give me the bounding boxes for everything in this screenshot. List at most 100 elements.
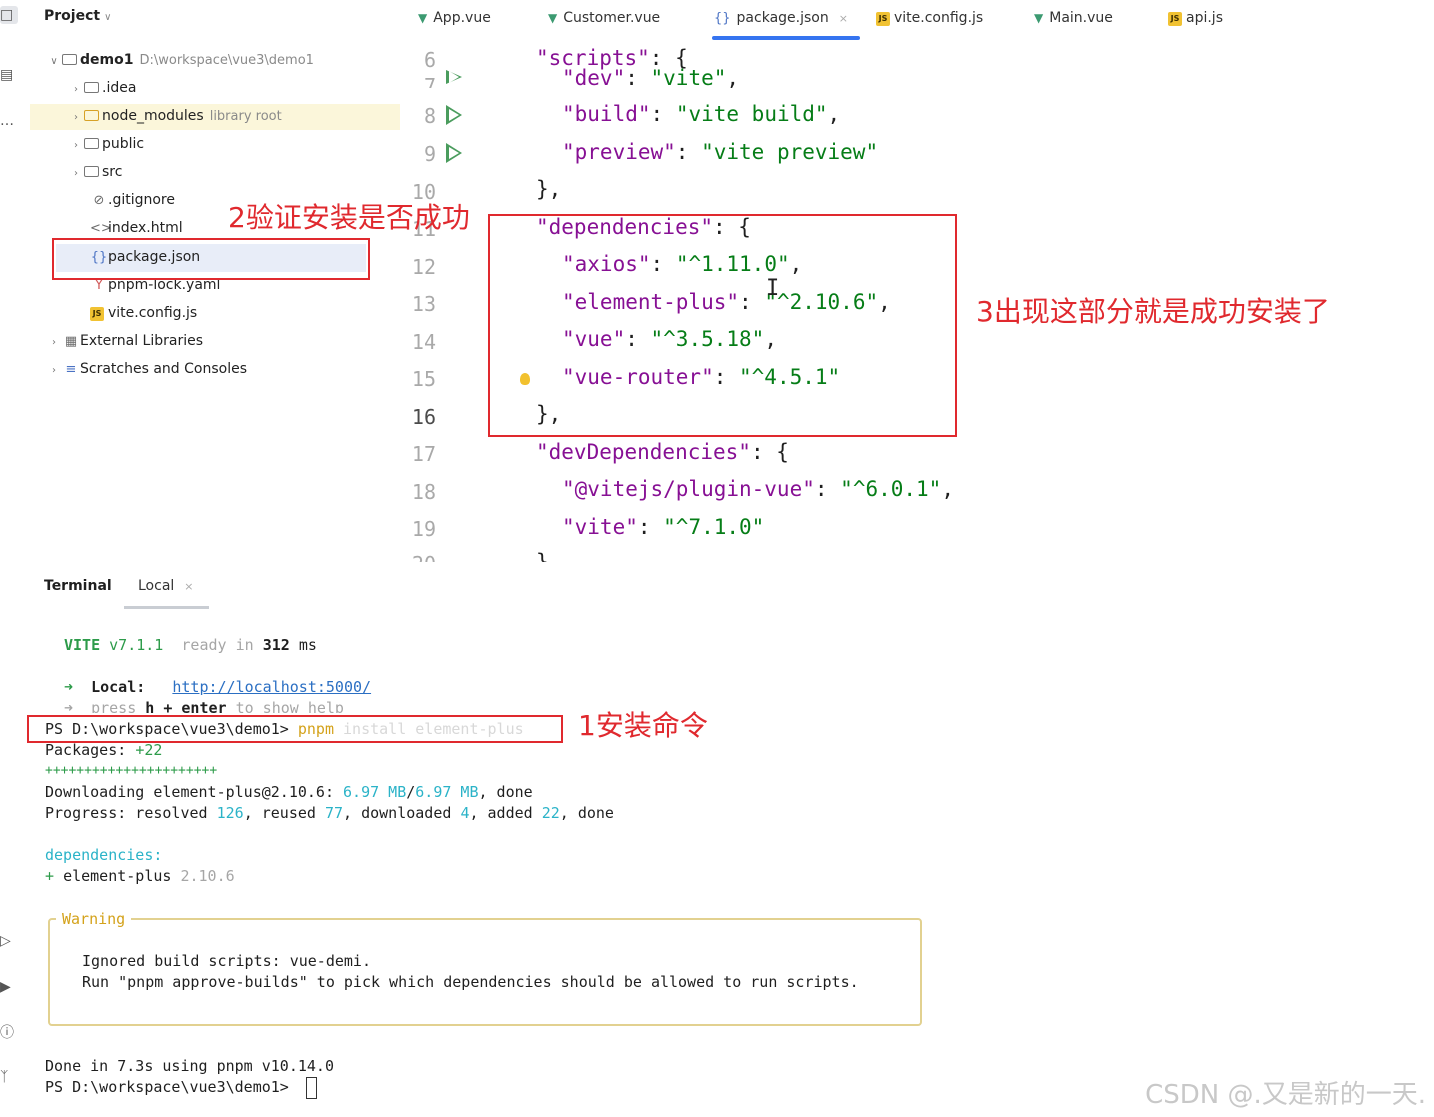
tab-app-vue[interactable]: ▼ App.vue	[418, 6, 491, 30]
tab-package-json[interactable]: {} package.json ×	[714, 6, 848, 30]
project-panel-header[interactable]: Project ∨	[44, 8, 111, 24]
line-number: 20	[396, 552, 436, 562]
structure-tool-icon[interactable]: ▤	[0, 66, 18, 84]
tab-label: package.json	[736, 10, 829, 26]
line-number: 9	[423, 142, 436, 166]
terminal-progress-bar: ++++++++++++++++++++++	[45, 763, 218, 778]
tab-api-js[interactable]: JS api.js	[1168, 6, 1223, 30]
tab-vite-config[interactable]: JS vite.config.js	[876, 6, 983, 30]
chevron-right-icon[interactable]: ›	[68, 161, 84, 187]
tree-item-hint: library root	[209, 109, 282, 124]
tree-item-public[interactable]: › public	[68, 131, 144, 157]
line-number: 14	[411, 330, 436, 354]
js-file-icon: JS	[90, 307, 104, 321]
line-number: 7	[423, 74, 436, 88]
run-tool-icon[interactable]: ▷	[0, 932, 18, 950]
warning-line: Run "pnpm approve-builds" to pick which …	[82, 973, 859, 991]
tree-item-label: index.html	[108, 220, 183, 236]
tree-item-label: public	[102, 136, 145, 152]
project-tool-icon[interactable]: □	[0, 6, 18, 24]
tab-label: Local	[138, 578, 175, 594]
folder-icon	[84, 138, 99, 149]
more-tools-icon[interactable]: …	[0, 112, 18, 130]
terminal-progress: Progress: resolved 126, reused 77, downl…	[45, 804, 614, 822]
run-script-icon[interactable]	[446, 105, 462, 125]
terminal-tool-icon[interactable]: ▶	[0, 978, 18, 996]
tree-item-src[interactable]: › src	[68, 159, 122, 185]
vue-file-icon: ▼	[1034, 11, 1044, 25]
warning-title: Warning	[56, 910, 132, 928]
folder-icon	[84, 110, 99, 121]
chevron-right-icon[interactable]: ›	[46, 358, 62, 384]
terminal-dep-item: + element-plus 2.10.6	[45, 867, 235, 885]
code-line-10: },	[536, 177, 562, 201]
run-script-icon[interactable]	[446, 70, 462, 84]
tool-window-strip: □ ▤ … ▷ ▶ ⓘ ᛉ	[0, 0, 22, 1117]
annotation-box-dependencies	[488, 214, 957, 437]
terminal-help-hint: ➜ press h + enter to show help	[64, 699, 344, 713]
chevron-right-icon[interactable]: ›	[68, 77, 84, 103]
watermark: CSDN @.又是新的一天.	[1145, 1080, 1426, 1110]
chevron-right-icon[interactable]: ›	[68, 105, 84, 131]
tree-item-demo1[interactable]: ∨ demo1 D:\workspace\vue3\demo1	[46, 47, 314, 73]
terminal-vite-ready: VITE v7.1.1 ready in 312 ms	[64, 636, 317, 654]
tree-item-node-modules[interactable]: › node_modules library root	[68, 103, 282, 129]
code-line-9: "preview": "vite preview"	[562, 140, 879, 164]
code-line-18: "@vitejs/plugin-vue": "^6.0.1",	[562, 477, 954, 501]
annotation-box-package-json	[52, 238, 370, 280]
problems-tool-icon[interactable]: ⓘ	[0, 1024, 18, 1042]
tree-item-label: vite.config.js	[108, 305, 198, 321]
chevron-down-icon[interactable]: ∨	[46, 49, 62, 75]
module-folder-icon	[62, 54, 77, 65]
line-number: 12	[411, 255, 436, 279]
folder-icon	[84, 166, 99, 177]
tree-item-vite-config[interactable]: JS vite.config.js	[90, 300, 197, 326]
terminal-install-command[interactable]: PS D:\workspace\vue3\demo1> pnpm install…	[45, 720, 524, 738]
chevron-right-icon[interactable]: ›	[46, 330, 62, 356]
tree-item-path: D:\workspace\vue3\demo1	[139, 53, 314, 68]
terminal-deps-header: dependencies:	[45, 846, 163, 864]
annotation-step-1: 1安装命令	[578, 709, 708, 742]
close-icon[interactable]: ×	[184, 580, 193, 593]
scratches-icon: ≡	[65, 362, 77, 377]
tree-item-scratches[interactable]: › ≡ Scratches and Consoles	[46, 356, 247, 382]
localhost-link[interactable]: http://localhost:5000/	[172, 678, 371, 696]
close-icon[interactable]: ×	[839, 12, 848, 25]
tab-local-terminal[interactable]: Local ×	[138, 578, 194, 594]
tab-label: Customer.vue	[563, 10, 661, 26]
terminal-prompt[interactable]: PS D:\workspace\vue3\demo1>	[45, 1078, 289, 1096]
tree-item-label: External Libraries	[80, 333, 203, 349]
tab-label: api.js	[1186, 10, 1223, 26]
tree-item-label: Scratches and Consoles	[80, 361, 247, 377]
tab-main-vue[interactable]: ▼ Main.vue	[1034, 6, 1113, 30]
js-file-icon: JS	[876, 12, 890, 26]
vue-file-icon: ▼	[418, 11, 428, 25]
tree-item-gitignore[interactable]: ⊘ .gitignore	[90, 187, 175, 213]
chevron-right-icon[interactable]: ›	[68, 133, 84, 159]
tab-customer-vue[interactable]: ▼ Customer.vue	[548, 6, 660, 30]
git-tool-icon[interactable]: ᛉ	[0, 1068, 18, 1086]
line-number-current: 16	[411, 405, 436, 429]
line-number: 6	[423, 48, 436, 72]
code-line-8: "build": "vite build",	[562, 102, 841, 126]
tree-item-label: .idea	[102, 80, 137, 96]
tree-item-label: node_modules	[102, 108, 204, 124]
line-number: 13	[411, 292, 436, 316]
code-line-19: "vite": "^7.1.0"	[562, 515, 765, 539]
line-number: 19	[411, 517, 436, 541]
code-line-20: }	[536, 550, 549, 562]
run-script-icon[interactable]	[446, 143, 462, 163]
js-file-icon: JS	[1168, 12, 1182, 26]
terminal-done: Done in 7.3s using pnpm v10.14.0	[45, 1057, 334, 1075]
tree-item-label: .gitignore	[108, 192, 175, 208]
tab-label: vite.config.js	[894, 10, 984, 26]
code-line-7: "dev": "vite",	[562, 66, 740, 88]
tree-item-external-libraries[interactable]: › ▦ External Libraries	[46, 328, 203, 354]
terminal-title: Terminal	[44, 578, 112, 594]
tree-item-idea[interactable]: › .idea	[68, 75, 136, 101]
project-title: Project	[44, 8, 101, 24]
vue-file-icon: ▼	[548, 11, 558, 25]
json-file-icon: {}	[714, 11, 731, 26]
folder-icon	[84, 82, 99, 93]
line-number: 17	[411, 442, 436, 466]
